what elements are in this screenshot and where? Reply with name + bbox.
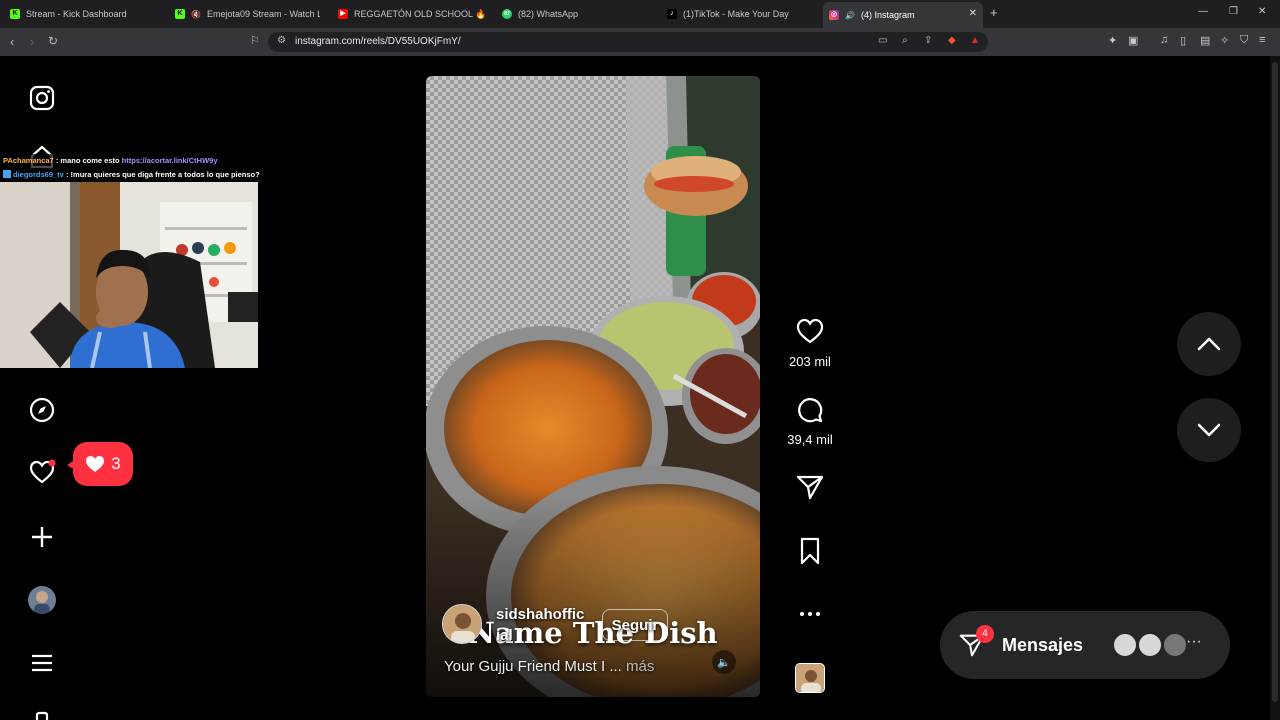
chevron-up-icon xyxy=(1197,337,1221,351)
volume-button[interactable]: 🔈 xyxy=(712,650,736,674)
previous-reel-button[interactable] xyxy=(1177,312,1241,376)
notifications-popup[interactable]: 3 xyxy=(67,442,133,486)
close-window-button[interactable]: ✕ xyxy=(1258,6,1266,17)
like-button[interactable] xyxy=(790,316,830,351)
speaker-icon: 🔈 xyxy=(717,656,731,669)
vpn-icon[interactable]: ⛉ xyxy=(1240,34,1248,47)
avatar xyxy=(1112,632,1138,658)
minimize-button[interactable]: — xyxy=(1198,6,1208,17)
tab-kick-stream[interactable]: K 🔇 Emejota09 Stream - Watch Live o xyxy=(175,4,320,24)
chevron-down-icon xyxy=(1197,423,1221,437)
browser-nav-bar: ‹ › ↻ ⚐ ⚙ instagram.com/reels/DV55UOKjFm… xyxy=(0,28,1280,56)
media-icon[interactable]: ♫ xyxy=(1160,34,1168,46)
tiktok-icon: ♪ xyxy=(667,9,677,19)
sidebar-toggle-icon[interactable]: ▯ xyxy=(1180,34,1186,47)
original-audio-thumbnail[interactable] xyxy=(795,663,825,693)
streamer-webcam xyxy=(0,182,258,368)
reel-author-avatar[interactable] xyxy=(442,604,482,644)
mute-icon: 🔇 xyxy=(191,9,201,19)
tab-whatsapp[interactable]: 82 (82) WhatsApp xyxy=(502,4,642,24)
share-icon[interactable]: ⇪ xyxy=(924,35,932,46)
notifications-heart-icon[interactable] xyxy=(28,458,56,486)
share-button[interactable] xyxy=(790,472,830,507)
avatar xyxy=(1137,632,1163,658)
new-tab-button[interactable]: + xyxy=(990,5,998,20)
meta-apps-icon[interactable] xyxy=(28,709,56,720)
explore-icon[interactable] xyxy=(28,396,56,424)
more-icon: ··· xyxy=(1186,633,1202,650)
wallet-card-icon[interactable]: ▤ xyxy=(1200,34,1210,47)
brave-rewards-icon[interactable]: ▲ xyxy=(970,35,980,46)
tab-instagram[interactable]: ◎ 🔊 (4) Instagram ✕ xyxy=(823,2,983,28)
speaker-icon: 🔊 xyxy=(845,10,855,20)
bookmark-icon[interactable]: ⚐ xyxy=(250,34,260,47)
address-bar[interactable]: ⚙ instagram.com/reels/DV55UOKjFmY/ ▭ ⌕ ⇪… xyxy=(268,32,988,52)
tab-kick-dashboard[interactable]: K Stream - Kick Dashboard xyxy=(10,4,160,24)
heart-icon xyxy=(796,318,824,344)
reel-description[interactable]: Your Gujju Friend Must I ... más xyxy=(444,658,654,675)
browser-tab-bar: K Stream - Kick Dashboard K 🔇 Emejota09 … xyxy=(0,0,1280,28)
forward-button[interactable]: › xyxy=(30,34,34,49)
youtube-icon: ▶ xyxy=(338,9,348,19)
extensions-icon[interactable]: ✦ xyxy=(1108,34,1117,47)
more-options-button[interactable] xyxy=(790,599,830,634)
create-icon[interactable] xyxy=(28,523,56,551)
chat-message: PAchamanca7 : mano come esto https://aco… xyxy=(3,156,218,165)
reload-button[interactable]: ↻ xyxy=(48,34,58,48)
heart-icon xyxy=(86,456,105,472)
install-app-icon[interactable]: ▭ xyxy=(878,35,887,46)
messages-button[interactable]: 4 Mensajes ··· xyxy=(940,611,1230,679)
avatar xyxy=(1162,632,1188,658)
instagram-icon: ◎ xyxy=(829,10,839,20)
kick-icon: K xyxy=(10,9,20,19)
brave-shields-icon[interactable]: ◆ xyxy=(948,35,956,46)
profile-avatar[interactable] xyxy=(28,586,56,614)
zoom-icon[interactable]: ⌕ xyxy=(902,35,908,46)
send-icon xyxy=(796,475,824,500)
tab-tiktok[interactable]: ♪ (1)TikTok - Make Your Day xyxy=(667,4,817,24)
bookmark-icon xyxy=(800,537,820,565)
save-button[interactable] xyxy=(790,536,830,571)
scroll-thumb[interactable] xyxy=(1272,62,1278,702)
whatsapp-icon: 82 xyxy=(502,9,512,19)
chat-message: diegords69_tv : !mura quieres que diga f… xyxy=(0,168,292,182)
close-tab-icon[interactable]: ✕ xyxy=(969,8,977,19)
kick-icon: K xyxy=(175,9,185,19)
tab-youtube[interactable]: ▶ REGGAETÓN OLD SCHOOL 🔥 ENG xyxy=(338,4,488,24)
kick-badge-icon xyxy=(3,170,11,178)
more-menu-icon[interactable] xyxy=(28,649,56,677)
like-count: 203 mil xyxy=(789,354,831,369)
messages-badge: 4 xyxy=(976,625,994,643)
instagram-logo-icon[interactable] xyxy=(28,84,56,112)
more-icon xyxy=(800,612,820,616)
comment-button[interactable] xyxy=(790,395,830,430)
url-text: instagram.com/reels/DV55UOKjFmY/ xyxy=(295,36,461,47)
notifications-count: 3 xyxy=(111,454,121,473)
messages-label: Mensajes xyxy=(1002,635,1084,655)
menu-icon[interactable]: ≡ xyxy=(1259,34,1265,46)
more-link[interactable]: más xyxy=(622,658,654,675)
comment-icon xyxy=(798,398,823,423)
reel-author-name[interactable]: sidshahoffic ial xyxy=(496,604,594,646)
leo-ai-icon[interactable]: ✧ xyxy=(1220,34,1229,47)
wallet-icon[interactable]: ▣ xyxy=(1128,34,1138,47)
restore-button[interactable]: ❐ xyxy=(1229,6,1238,17)
page-scrollbar[interactable] xyxy=(1270,56,1280,720)
follow-button[interactable]: Seguir xyxy=(602,609,668,641)
stream-chat-overlay: PAchamanca7 : mano come esto https://aco… xyxy=(0,154,292,182)
site-info-icon[interactable]: ⚙ xyxy=(277,35,286,46)
back-button[interactable]: ‹ xyxy=(10,34,14,49)
next-reel-button[interactable] xyxy=(1177,398,1241,462)
comment-count: 39,4 mil xyxy=(787,432,833,447)
reel-video[interactable]: Name The Dish sidshahoffic ial Seguir Yo… xyxy=(426,76,760,697)
